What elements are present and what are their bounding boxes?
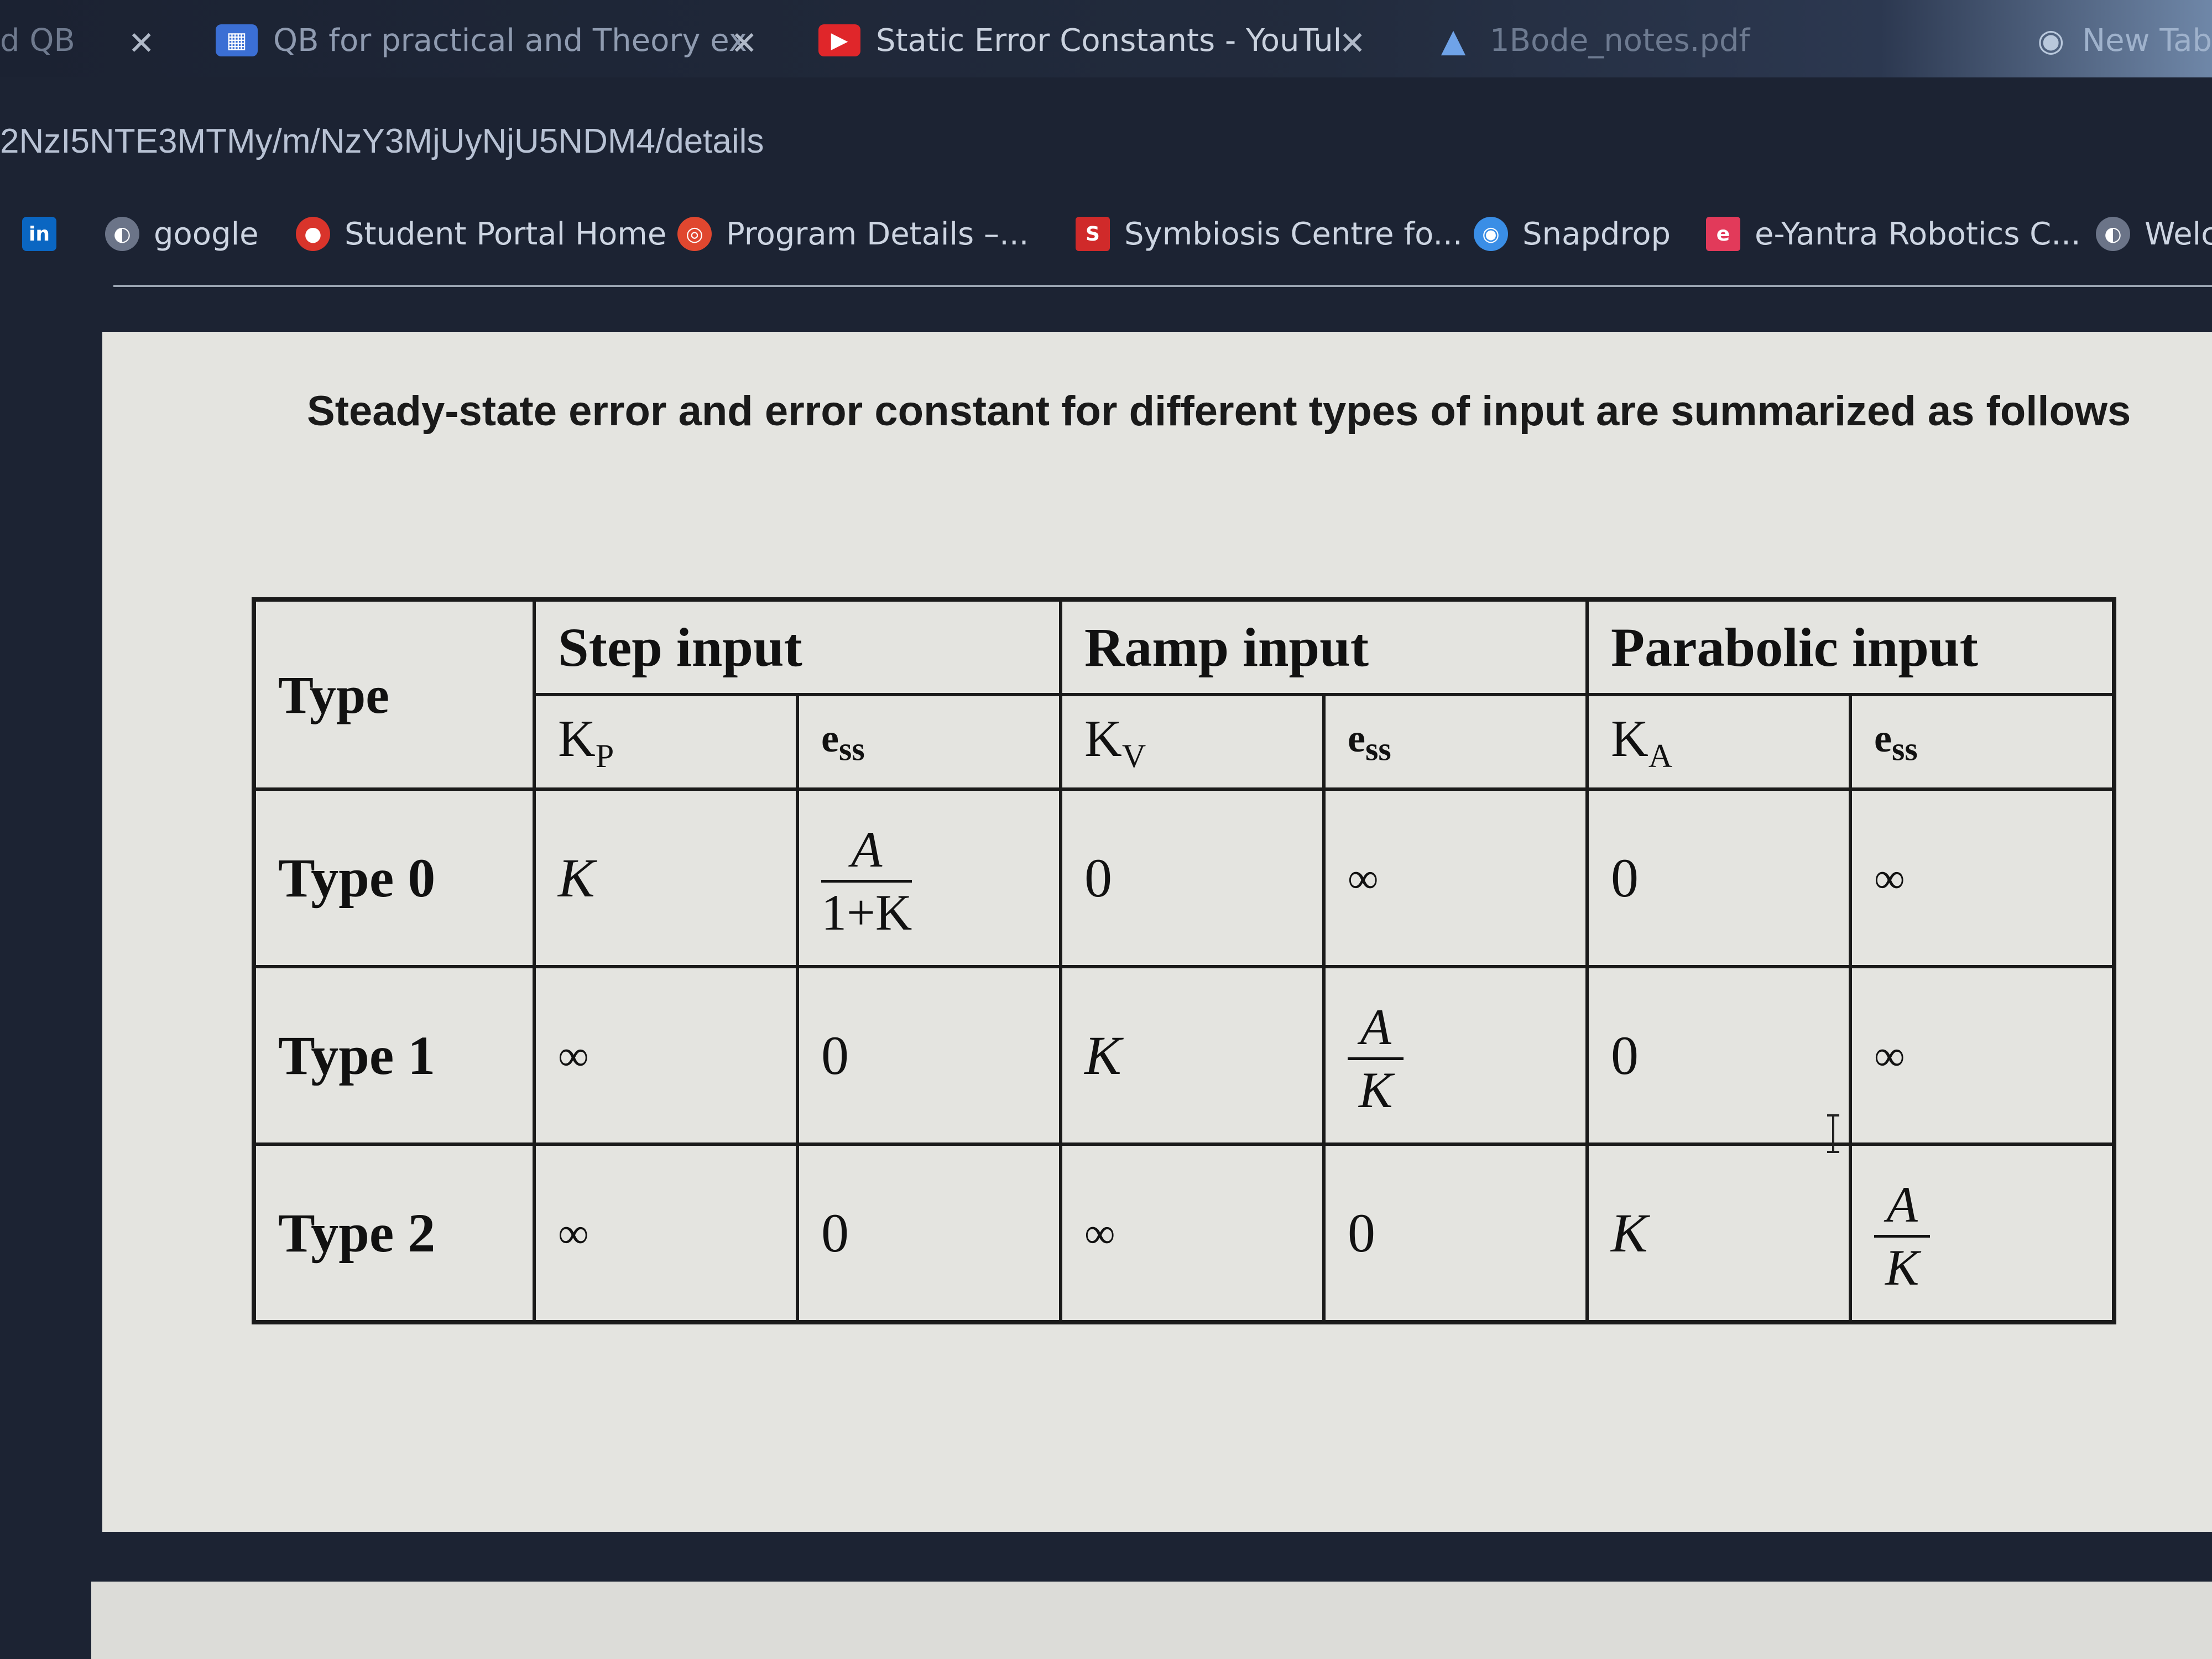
table-cell: ∞ [533, 965, 799, 1146]
bookmarks-bar: in ◐ google ● Student Portal Home ◎ Prog… [0, 204, 2212, 264]
ramp-input-header: Ramp input [1059, 598, 1589, 696]
qb-doc-icon: ▦ [216, 24, 258, 56]
tab-title: New Tab [2082, 22, 2212, 59]
tab-title: d QB [0, 22, 75, 59]
next-page [91, 1582, 2212, 1659]
tab-bode-notes[interactable]: ▲ 1Bode_notes.pdf [1432, 10, 1775, 71]
bookmark-program-details[interactable]: ◎ Program Details –... [677, 204, 1029, 264]
bookmark-label: Welc [2145, 216, 2212, 252]
tab-static-error-constants[interactable]: ▶ Static Error Constants - YouTul ✕ [818, 10, 1371, 71]
youtube-icon: ▶ [818, 24, 860, 56]
document-page: Steady-state error and error constant fo… [102, 332, 2212, 1532]
ess-header: ess [1849, 693, 2116, 791]
table-cell: K [533, 787, 799, 968]
tab-title: QB for practical and Theory ex [273, 22, 747, 59]
bookmark-label: e-Yantra Robotics C... [1755, 216, 2081, 252]
bookmark-linkedin[interactable]: in [22, 204, 71, 264]
bookmark-label: Symbiosis Centre fo... [1124, 216, 1463, 252]
fraction: A K [1348, 1000, 1404, 1117]
kv-header: KV [1059, 693, 1326, 791]
table-cell: 0 [1585, 965, 1852, 1146]
linkedin-icon: in [22, 217, 56, 251]
program-icon: ◎ [677, 217, 712, 251]
kp-header: KP [533, 693, 799, 791]
table-cell: 0 [1322, 1142, 1589, 1324]
table-cell: ∞ [1849, 965, 2116, 1146]
new-tab-icon: ◉ [2037, 22, 2065, 59]
table-cell: ∞ [1059, 1142, 1326, 1324]
bookmark-snapdrop[interactable]: ◉ Snapdrop [1474, 204, 1671, 264]
tab-new-tab[interactable]: ◉ New Tab [2035, 10, 2212, 71]
tab-strip: d QB ✕ ▦ QB for practical and Theory ex … [0, 0, 2212, 77]
table-row: Type 2 ∞ 0 ∞ 0 K A K [252, 1142, 2116, 1324]
row-label: Type 2 [252, 1142, 536, 1324]
divider [113, 285, 2212, 287]
table-cell: ∞ [1322, 787, 1589, 968]
step-input-header: Step input [533, 598, 1062, 696]
symbiosis-icon: S [1076, 217, 1110, 251]
snapdrop-icon: ◉ [1474, 217, 1508, 251]
tab-title: 1Bode_notes.pdf [1490, 22, 1750, 59]
close-icon[interactable]: ✕ [128, 24, 155, 62]
table-cell: K [1585, 1142, 1852, 1324]
bookmark-eyantra[interactable]: e e-Yantra Robotics C... [1706, 204, 2081, 264]
table-cell: A 1+K [796, 787, 1062, 968]
text-cursor-icon [1827, 1114, 1839, 1153]
table-row: Type 0 K A 1+K 0 ∞ 0 ∞ [252, 787, 2116, 968]
table-cell: ∞ [533, 1142, 799, 1324]
close-icon[interactable]: ✕ [1339, 24, 1366, 62]
table-cell: 0 [1585, 787, 1852, 968]
tab-qb-short[interactable]: d QB ✕ [0, 10, 166, 71]
url-text[interactable]: 2NzI5NTE3MTMy/m/NzY3MjUyNjU5NDM4/details [0, 122, 764, 161]
close-icon[interactable]: ✕ [731, 24, 758, 62]
address-bar[interactable]: 2NzI5NTE3MTMy/m/NzY3MjUyNjU5NDM4/details [0, 108, 2212, 174]
bookmark-label: Student Portal Home [345, 216, 667, 252]
fraction: A 1+K [821, 821, 912, 941]
portal-icon: ● [296, 217, 330, 251]
bookmark-label: Snapdrop [1522, 216, 1671, 252]
globe-icon: ◐ [2096, 217, 2130, 251]
ess-header: ess [1322, 693, 1589, 791]
drive-icon: ▲ [1441, 22, 1466, 59]
table-cell: A K [1849, 1142, 2116, 1324]
error-constants-table: Type Step input Ramp input Parabolic inp… [252, 597, 2116, 1324]
bookmark-label: Program Details –... [726, 216, 1029, 252]
row-label: Type 1 [252, 965, 536, 1146]
table-cell: 0 [796, 1142, 1062, 1324]
eyantra-icon: e [1706, 217, 1740, 251]
ess-header: ess [796, 693, 1062, 791]
globe-icon: ◐ [105, 217, 139, 251]
type-header: Type [252, 598, 536, 791]
table-cell: A K [1322, 965, 1589, 1146]
fraction: A K [1874, 1178, 1931, 1294]
table-cell: 0 [796, 965, 1062, 1146]
tab-title: Static Error Constants - YouTul [876, 22, 1342, 59]
bookmark-google[interactable]: ◐ google [105, 204, 259, 264]
table-cell: ∞ [1849, 787, 2116, 968]
bookmark-symbiosis[interactable]: S Symbiosis Centre fo... [1076, 204, 1463, 264]
bookmark-label: google [154, 216, 259, 252]
parabolic-input-header: Parabolic input [1585, 598, 2116, 696]
row-label: Type 0 [252, 787, 536, 968]
bookmark-student-portal[interactable]: ● Student Portal Home [296, 204, 666, 264]
ka-header: KA [1585, 693, 1852, 791]
bookmark-welcome[interactable]: ◐ Welc [2096, 204, 2212, 264]
tab-qb-practical[interactable]: ▦ QB for practical and Theory ex ✕ [216, 10, 763, 71]
table-cell: 0 [1059, 787, 1326, 968]
table-cell: K [1059, 965, 1326, 1146]
page-heading: Steady-state error and error constant fo… [307, 388, 2131, 435]
